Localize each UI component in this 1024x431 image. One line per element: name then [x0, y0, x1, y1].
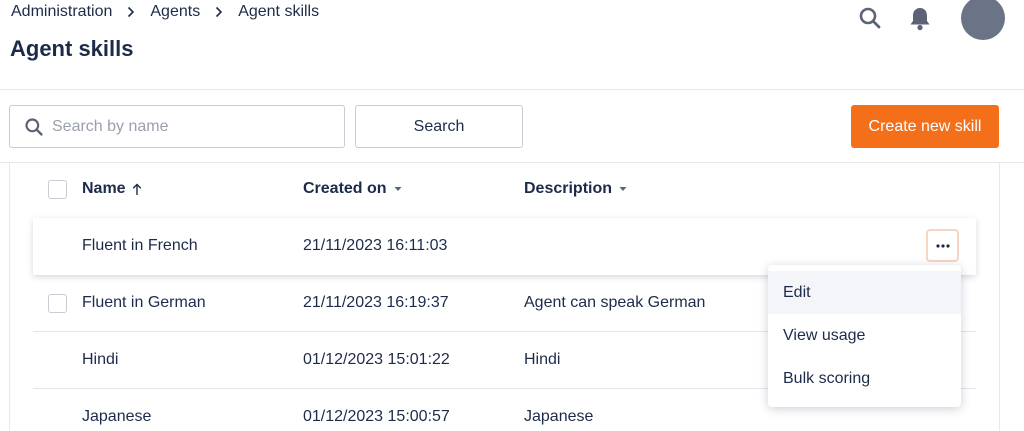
- caret-down-icon: [393, 186, 403, 192]
- menu-item-view-usage[interactable]: View usage: [768, 314, 961, 357]
- chevron-right-icon: [127, 6, 135, 18]
- create-new-skill-button[interactable]: Create new skill: [851, 105, 999, 148]
- bell-icon[interactable]: [908, 6, 932, 37]
- search-field[interactable]: [9, 105, 345, 148]
- search-button[interactable]: Search: [355, 105, 523, 148]
- page-title: Agent skills: [10, 36, 134, 61]
- column-header-description[interactable]: Description: [524, 180, 628, 198]
- breadcrumb-agents[interactable]: Agents: [150, 3, 200, 21]
- row-actions-menu: Edit View usage Bulk scoring: [768, 265, 961, 407]
- more-dots-icon: [935, 243, 950, 248]
- skill-name: Fluent in German: [82, 294, 206, 311]
- caret-down-icon: [618, 186, 628, 192]
- description: Hindi: [524, 351, 561, 368]
- menu-item-edit[interactable]: Edit: [768, 271, 961, 314]
- select-all-checkbox[interactable]: [48, 180, 67, 199]
- header-divider: [0, 89, 1024, 90]
- description: Japanese: [524, 408, 594, 425]
- breadcrumb-administration[interactable]: Administration: [11, 3, 112, 21]
- description: Agent can speak German: [524, 294, 706, 311]
- search-icon: [24, 117, 44, 137]
- column-header-label: Created on: [303, 180, 387, 197]
- created-on: 21/11/2023 16:11:03: [303, 237, 448, 254]
- created-on: 21/11/2023 16:19:37: [303, 294, 449, 311]
- chevron-right-icon: [215, 6, 223, 18]
- created-on: 01/12/2023 15:00:57: [303, 408, 450, 425]
- search-input[interactable]: [52, 117, 332, 136]
- skill-name: Hindi: [82, 351, 119, 368]
- skill-name: Japanese: [82, 408, 152, 425]
- menu-item-bulk-scoring[interactable]: Bulk scoring: [768, 357, 961, 400]
- sort-up-arrow-icon: [132, 183, 142, 196]
- column-header-created-on[interactable]: Created on: [303, 180, 403, 198]
- created-on: 01/12/2023 15:01:22: [303, 351, 450, 368]
- column-header-label: Description: [524, 180, 613, 197]
- avatar[interactable]: [961, 0, 1005, 40]
- row-actions-button[interactable]: [926, 229, 959, 262]
- skill-name: Fluent in French: [82, 237, 198, 254]
- search-icon[interactable]: [858, 6, 882, 35]
- column-header-name[interactable]: Name: [82, 180, 142, 198]
- column-header-label: Name: [82, 180, 126, 197]
- table-header: Name Created on Description: [0, 162, 1010, 218]
- row-checkbox[interactable]: [48, 294, 67, 313]
- breadcrumb-agent-skills: Agent skills: [238, 3, 320, 20]
- breadcrumb: Administration Agents Agent skills: [11, 3, 319, 21]
